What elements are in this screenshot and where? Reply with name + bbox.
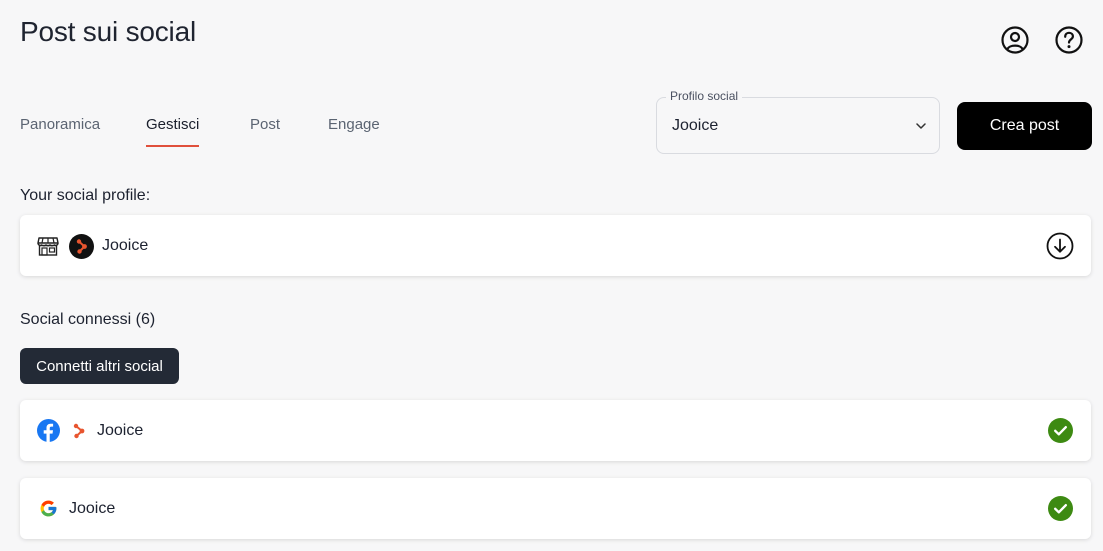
profile-select-value: Jooice bbox=[672, 117, 719, 134]
facebook-icon bbox=[37, 419, 60, 442]
jooice-logo-icon bbox=[71, 422, 87, 440]
connected-heading: Social connessi (6) bbox=[20, 311, 156, 328]
tab-post[interactable]: Post bbox=[250, 116, 280, 147]
page-title: Post sui social bbox=[20, 16, 196, 47]
connected-item-facebook[interactable]: Jooice bbox=[20, 400, 1091, 461]
connect-more-social-button[interactable]: Connetti altri social bbox=[20, 348, 179, 384]
connected-item-name: Jooice bbox=[69, 500, 116, 517]
check-circle-icon bbox=[1048, 496, 1073, 521]
jooice-logo-icon bbox=[69, 234, 94, 259]
your-profile-name: Jooice bbox=[102, 237, 149, 254]
connected-item-name: Jooice bbox=[97, 422, 144, 439]
create-post-button[interactable]: Crea post bbox=[957, 102, 1092, 150]
tab-engage[interactable]: Engage bbox=[328, 116, 380, 147]
download-icon[interactable] bbox=[1046, 232, 1074, 260]
chevron-down-icon bbox=[915, 120, 927, 132]
google-icon bbox=[39, 499, 58, 518]
connected-item-google[interactable]: Jooice bbox=[20, 478, 1091, 539]
profile-select[interactable]: Profilo social Jooice bbox=[656, 89, 940, 154]
profile-select-label: Profilo social bbox=[666, 89, 743, 103]
account-icon[interactable] bbox=[999, 24, 1031, 56]
your-profile-heading: Your social profile: bbox=[20, 187, 151, 204]
store-icon bbox=[37, 235, 59, 257]
check-circle-icon bbox=[1048, 418, 1073, 443]
tab-panoramica[interactable]: Panoramica bbox=[20, 116, 100, 147]
tab-gestisci[interactable]: Gestisci bbox=[146, 116, 200, 147]
help-icon[interactable] bbox=[1053, 24, 1085, 56]
your-profile-card: Jooice bbox=[20, 215, 1091, 276]
